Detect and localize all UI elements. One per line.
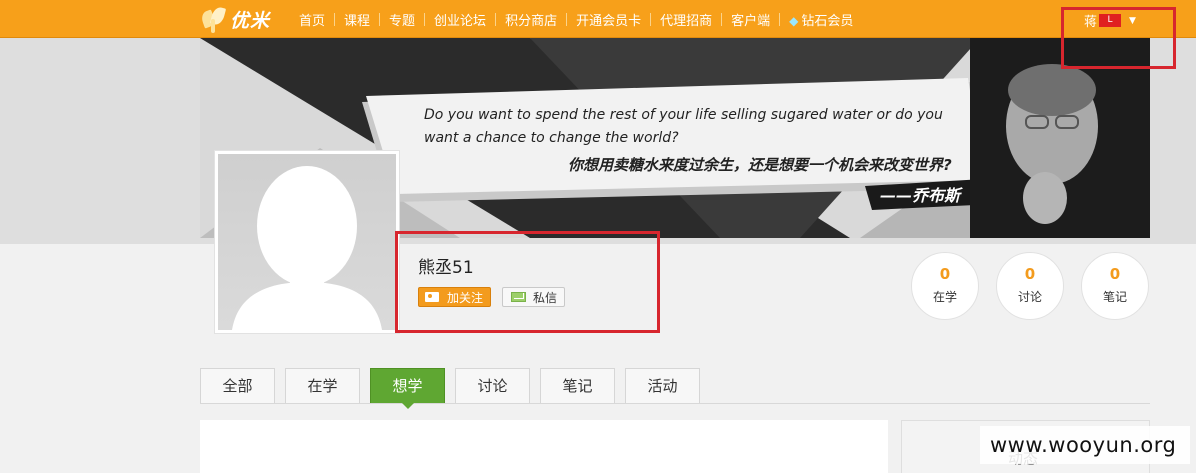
logo-text: 优米 [230,9,271,32]
stat-value: 0 [1109,265,1121,283]
nav-item-diamond-label: 钻石会员 [801,13,854,29]
banner-quote-author: ——乔布斯 [880,186,961,205]
tab-discussions[interactable]: 讨论 [455,368,530,403]
nav-item-topics[interactable]: 专题 [380,10,424,29]
diamond-icon: ◆ [789,13,799,28]
site-logo[interactable]: 优米 [199,4,271,34]
avatar[interactable] [214,150,400,334]
banner-quote-chinese: 你想用卖糖水来度过余生，还是想要一个机会来改变世界? [568,156,952,174]
stat-label: 在学 [932,290,957,304]
tab-learning[interactable]: 在学 [285,368,360,403]
annotation-box-profile [395,231,660,333]
nav-item-forum[interactable]: 创业论坛 [425,10,495,29]
tabs-baseline [200,403,1150,404]
stat-learning[interactable]: 0 在学 [911,252,979,320]
nav-item-client[interactable]: 客户端 [722,10,779,29]
banner-quote-english: Do you want to spend the rest of your li… [424,107,943,146]
nav-item-courses[interactable]: 课程 [335,10,379,29]
tab-want-to-learn[interactable]: 想学 [370,368,445,409]
nav-item-diamond-member[interactable]: ◆ 钻石会员 [780,10,862,29]
tab-all[interactable]: 全部 [200,368,275,403]
stat-value: 0 [1024,265,1036,283]
default-avatar-silhouette-icon [218,154,396,330]
stat-notes[interactable]: 0 笔记 [1081,252,1149,320]
nav-item-points-store[interactable]: 积分商店 [496,10,566,29]
nav-item-membership-card[interactable]: 开通会员卡 [567,10,650,29]
stat-label: 讨论 [1017,290,1042,304]
stat-discussions[interactable]: 0 讨论 [996,252,1064,320]
nav-item-home[interactable]: 首页 [290,10,334,29]
main-nav: 首页 课程 专题 创业论坛 积分商店 开通会员卡 代理招商 客户端 ◆ 钻石会员 [290,0,862,38]
watermark: www.wooyun.org [980,426,1190,464]
nav-item-agency[interactable]: 代理招商 [651,10,721,29]
top-navbar: 优米 首页 课程 专题 创业论坛 积分商店 开通会员卡 代理招商 客户端 ◆ 钻石… [0,0,1196,38]
main-content-area [200,420,888,473]
annotation-box-user [1061,7,1176,69]
tab-activities[interactable]: 活动 [625,368,700,403]
tab-notes[interactable]: 笔记 [540,368,615,403]
stat-value: 0 [939,265,951,283]
stat-label: 笔记 [1102,290,1127,304]
leaf-logo-icon [199,5,228,33]
